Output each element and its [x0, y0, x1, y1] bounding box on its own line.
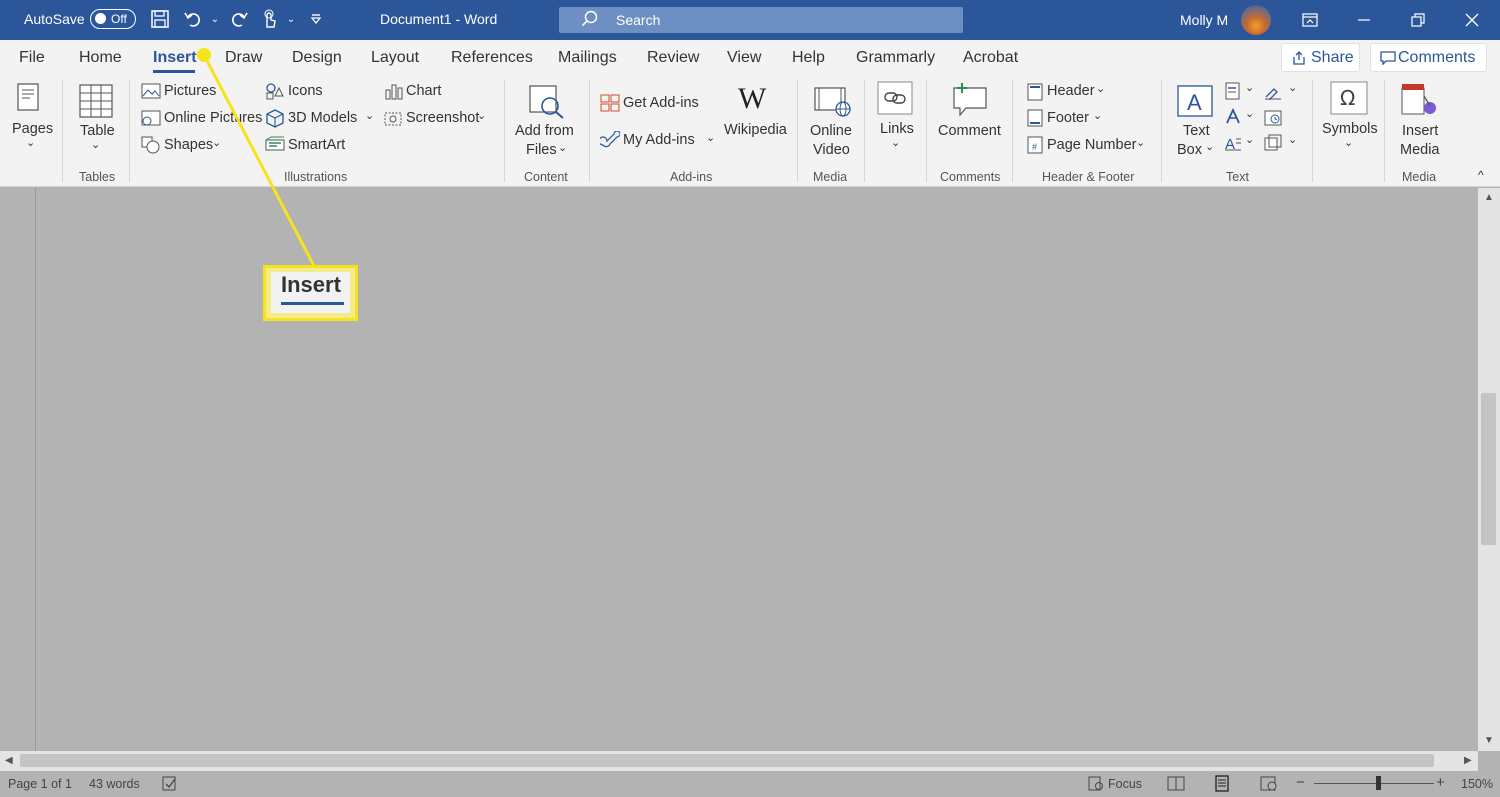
zoom-slider-track[interactable]	[1314, 783, 1434, 784]
zoom-out-button[interactable]: −	[1296, 774, 1305, 791]
word-count[interactable]: 43 words	[89, 777, 140, 791]
page-count[interactable]: Page 1 of 1	[8, 777, 72, 791]
zoom-in-button[interactable]: +	[1436, 774, 1445, 791]
focus-button[interactable]: Focus	[1108, 777, 1142, 791]
callout-label: Insert	[281, 272, 341, 297]
zoom-slider-thumb[interactable]	[1376, 776, 1381, 790]
web-layout-icon[interactable]	[1260, 776, 1278, 791]
status-bar: Page 1 of 1 43 words Focus − + 150%	[0, 771, 1500, 797]
focus-icon	[1088, 776, 1103, 791]
proofing-icon[interactable]	[162, 776, 178, 791]
callout-underline	[281, 302, 344, 305]
zoom-level[interactable]: 150%	[1461, 777, 1493, 791]
callout-pointer	[197, 48, 316, 267]
read-mode-icon[interactable]	[1167, 776, 1185, 791]
print-layout-icon[interactable]	[1214, 775, 1230, 792]
